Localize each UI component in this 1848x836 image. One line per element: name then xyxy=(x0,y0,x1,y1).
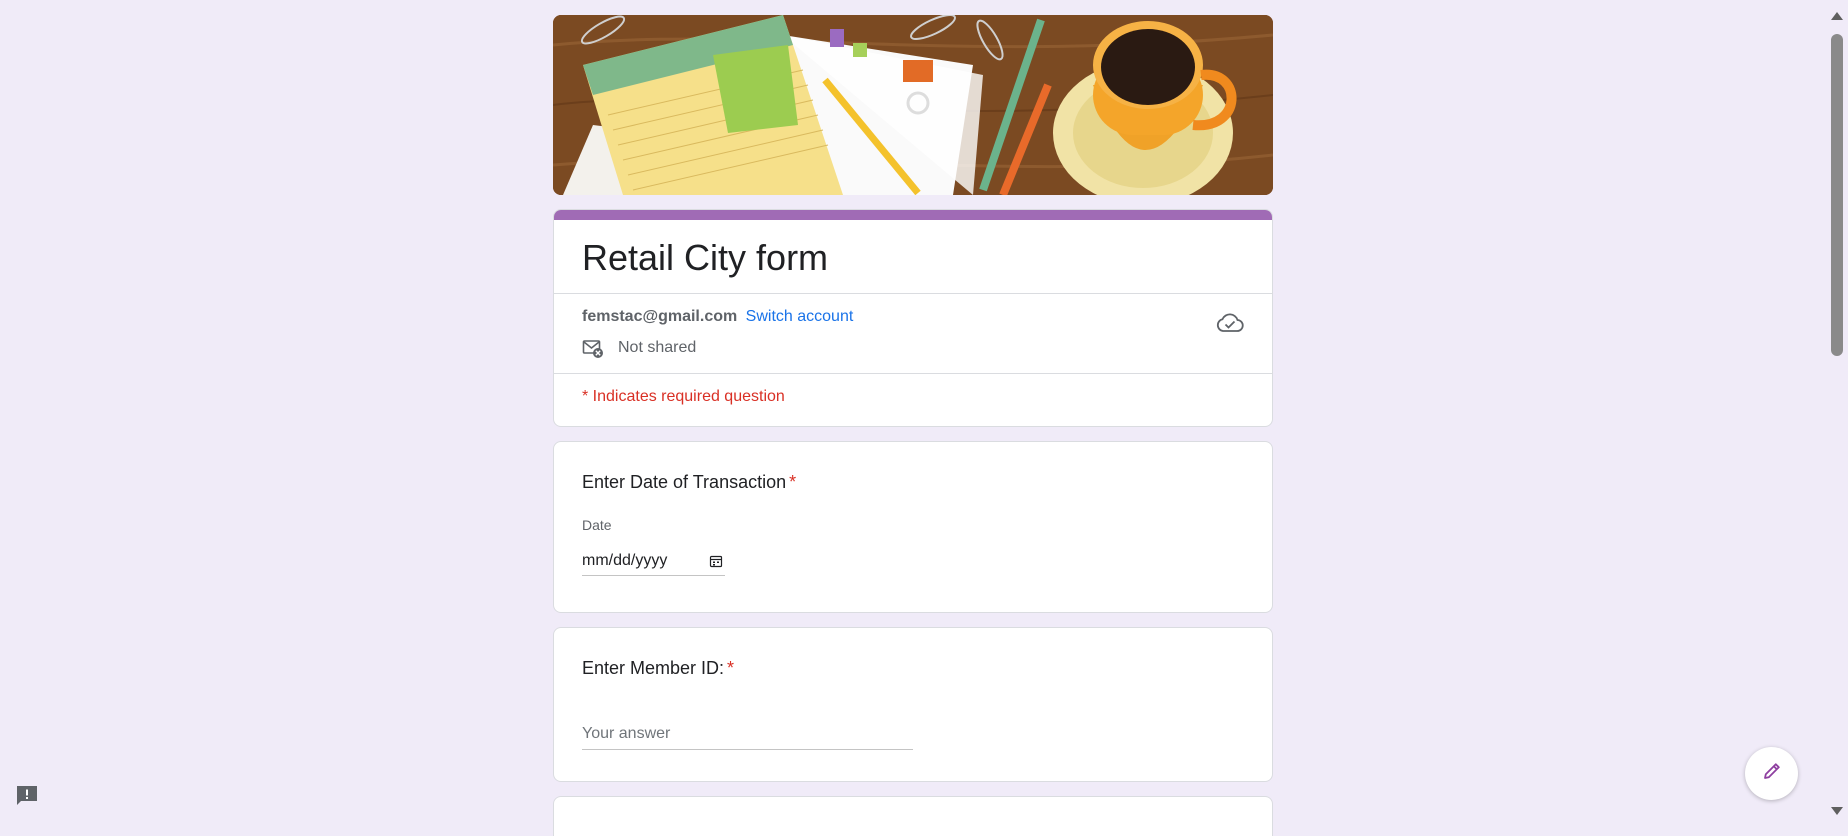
required-note: * Indicates required question xyxy=(582,388,785,405)
form-title: Retail City form xyxy=(582,237,829,278)
scrollbar-thumb[interactable] xyxy=(1831,34,1843,356)
vertical-scrollbar[interactable] xyxy=(1825,0,1848,827)
question-title-text: Enter Member ID: xyxy=(582,658,725,678)
switch-account-link[interactable]: Switch account xyxy=(746,308,854,325)
question-title: Enter Member ID: * xyxy=(582,658,1244,679)
header-banner-image xyxy=(553,15,1273,195)
sharing-status: Not shared xyxy=(582,338,1244,358)
next-question-card xyxy=(553,796,1273,836)
form-header-card: Retail City form femstac@gmail.com Switc… xyxy=(553,209,1273,427)
sharing-status-text: Not shared xyxy=(618,339,697,356)
mail-not-shared-icon xyxy=(582,338,604,358)
question-card-date: Enter Date of Transaction * Date mm/dd/yy… xyxy=(553,441,1273,613)
date-sublabel: Date xyxy=(582,517,612,533)
question-title: Enter Date of Transaction * xyxy=(582,472,1244,493)
calendar-icon[interactable] xyxy=(709,554,723,568)
date-input[interactable]: mm/dd/yyyy xyxy=(582,547,725,576)
member-id-input[interactable] xyxy=(582,719,913,750)
question-card-member-id: Enter Member ID: * xyxy=(553,627,1273,782)
question-title-text: Enter Date of Transaction xyxy=(582,472,787,492)
form-page: Retail City form femstac@gmail.com Switc… xyxy=(0,0,1825,836)
scroll-down-arrow-icon[interactable] xyxy=(1831,807,1843,815)
account-email: femstac@gmail.com xyxy=(582,308,738,325)
date-placeholder: mm/dd/yyyy xyxy=(582,552,668,569)
scroll-up-arrow-icon[interactable] xyxy=(1831,12,1843,20)
edit-fab-button[interactable] xyxy=(1745,747,1798,800)
account-section: femstac@gmail.com Switch account Not sha… xyxy=(554,294,1272,373)
cloud-check-icon[interactable] xyxy=(1216,312,1244,334)
required-asterisk: * xyxy=(789,472,797,492)
required-asterisk: * xyxy=(727,658,735,678)
accent-bar xyxy=(554,210,1272,220)
form-column: Retail City form femstac@gmail.com Switc… xyxy=(553,15,1273,836)
pencil-edit-icon xyxy=(1761,760,1783,787)
report-feedback-icon[interactable] xyxy=(15,784,39,808)
